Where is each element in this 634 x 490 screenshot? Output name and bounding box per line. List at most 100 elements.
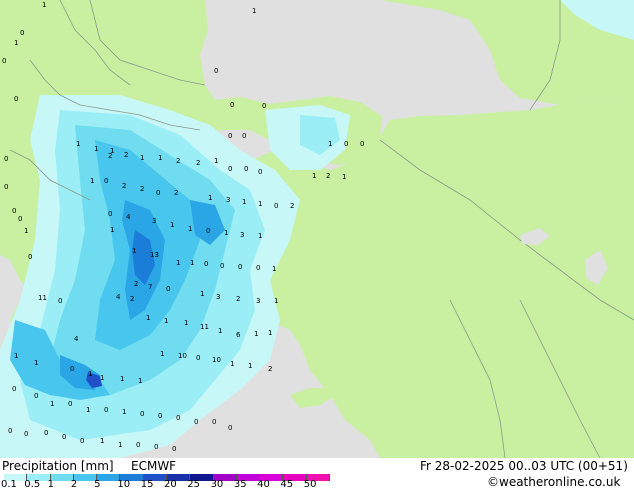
point-value-label: 0 [34,392,38,400]
point-value-label: 1 [272,265,276,273]
point-value-label: 1 [258,232,262,240]
point-value-label: 0 [204,260,208,268]
point-value-label: 1 [34,359,38,367]
point-value-label: 0 [28,253,32,261]
point-value-label: 1 [14,352,18,360]
point-value-label: 0 [70,365,74,373]
point-value-label: 2 [124,151,128,159]
point-value-label: 0 [2,57,6,65]
point-value-label: 2 [108,152,112,160]
point-value-label: 0 [58,297,62,305]
point-value-label: 0 [44,429,48,437]
point-value-label: 0 [242,132,246,140]
point-value-label: 1 [312,172,316,180]
point-value-label: 0 [158,412,162,420]
color-scale-label: 2 [70,479,78,490]
point-value-label: 0 [140,410,144,418]
point-value-label: 0 [230,101,234,109]
point-value-label: 0 [196,354,200,362]
color-scale-label: 0.1 [1,479,17,490]
point-value-label: 0 [12,207,16,215]
point-value-label: 0 [18,215,22,223]
point-value-label: 1 [164,317,168,325]
point-value-label: 1 [88,370,92,378]
point-value-label: 1 [252,7,256,15]
color-scale-label: 30 [210,479,224,490]
precipitation-map: 110100001 110 00 01 0 02 12 1 2 2 10 0 01 02 2 0 21 3 1 1 0 2… [0,0,634,458]
point-value-label: 6 [236,331,241,339]
point-value-label: 3 [152,217,156,225]
map-footer: Precipitation [mm] ECMWF Fr 28-02-2025 0… [0,458,634,490]
point-value-label: 0 [194,418,198,426]
point-value-label: 7 [148,283,152,291]
point-value-label: 1 [188,225,192,233]
point-value-label: 0 [172,445,176,453]
point-value-label: 1 [184,319,188,327]
point-value-label: 0 [274,202,278,210]
point-value-label: 1 [42,1,46,9]
model-name: ECMWF [131,459,177,473]
point-value-label: 0 [262,102,266,110]
color-scale-label: 45 [280,479,294,490]
point-value-label: 1 [190,259,194,267]
color-scale-label: 0.5 [24,479,41,490]
point-value-label: 2 [130,295,134,303]
point-value-label: 1 [94,145,98,153]
product-title: Precipitation [mm] [2,459,114,473]
point-value-label: 2 [326,172,330,180]
point-value-label: 0 [4,183,8,191]
point-value-label: 2 [140,185,144,193]
point-value-label: 11 [38,294,47,302]
color-scale-label: 25 [187,479,201,490]
point-value-label: 1 [138,377,142,385]
point-value-label: 0 [24,430,28,438]
valid-time: Fr 28-02-2025 00..03 UTC (00+51) [420,459,628,473]
point-value-label: 1 [274,297,278,305]
point-value-label: 1 [224,229,228,237]
point-value-label: 0 [154,443,158,451]
point-value-label: 2 [122,182,126,190]
point-value-label: 1 [24,227,28,235]
point-value-label: 2 [290,202,294,210]
point-value-label: 0 [62,433,66,441]
point-value-label: 1 [100,437,104,445]
point-value-label: 1 [140,154,144,162]
point-value-label: 10 [178,352,187,360]
point-value-label: 0 [244,165,248,173]
point-value-label: 0 [238,263,242,271]
point-value-label: 1 [342,173,346,181]
point-value-label: 0 [8,427,12,435]
point-value-label: 1 [218,327,222,335]
point-value-label: 4 [126,213,131,221]
color-scale-label: 10 [117,479,131,490]
point-value-label: 1 [120,375,124,383]
point-value-label: 0 [156,189,160,197]
point-value-label: 1 [76,140,80,148]
point-value-label: 0 [104,177,108,185]
point-value-label: 0 [68,400,72,408]
point-value-label: 1 [90,177,94,185]
point-value-label: 0 [212,418,216,426]
point-value-label: 3 [240,231,244,239]
point-value-label: 0 [20,29,24,37]
point-value-label: 1 [100,374,104,382]
point-value-label: 0 [214,67,218,75]
point-value-label: 0 [220,262,224,270]
color-scale-label: 20 [164,479,177,490]
point-value-label: 0 [206,227,210,235]
point-value-label: 2 [268,365,272,373]
color-scale-label: 1 [47,479,54,490]
point-value-label: 3 [216,293,220,301]
point-value-label: 1 [86,406,90,414]
point-value-label: 0 [344,140,348,148]
point-value-label: 0 [4,155,8,163]
point-value-label: 1 [208,194,212,202]
point-value-label: 0 [258,168,262,176]
point-value-label: 1 [200,290,204,298]
point-value-label: 1 [214,157,218,165]
point-value-label: 0 [228,424,232,432]
point-value-label: 10 [212,356,221,364]
point-value-label: 4 [116,293,121,301]
point-value-label: 13 [150,251,159,259]
color-scale-label: 15 [140,479,154,490]
